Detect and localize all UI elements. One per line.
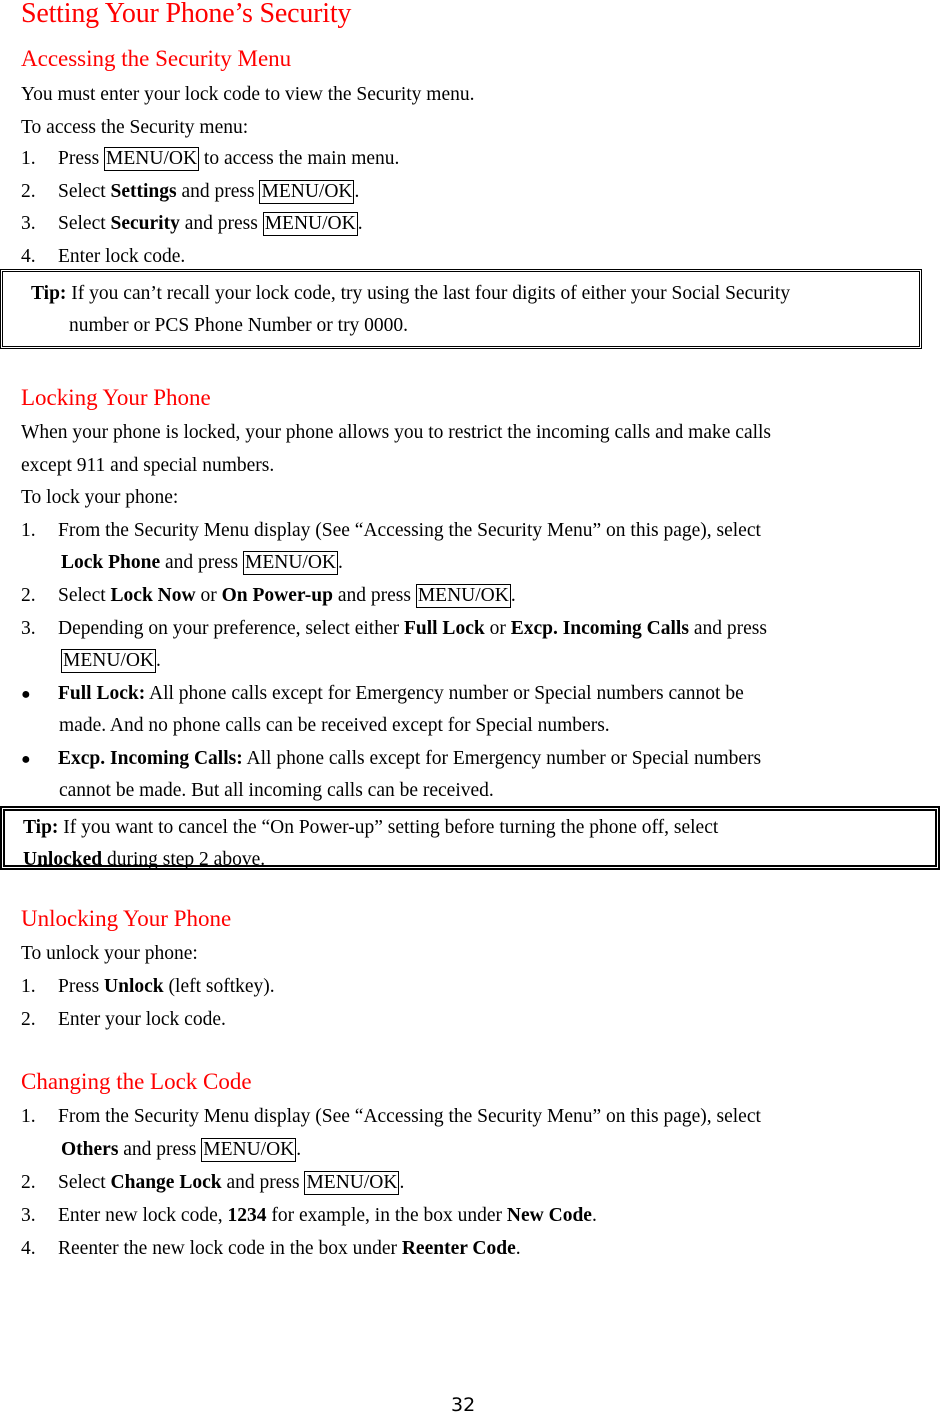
changing-step-1-line-1: 1. From the Security Menu display (See “A… <box>21 1106 761 1127</box>
accessing-step-2: 2. Select Settings and press MENU/OK. <box>21 180 360 204</box>
on-power-up-term: On Power-up <box>221 585 333 606</box>
changing-step-1-line-2: Others and press MENU/OK. <box>61 1138 302 1162</box>
step-number: 2. <box>21 1009 36 1030</box>
step-number: 3. <box>21 1205 36 1226</box>
menu-ok-key: MENU/OK <box>262 212 358 236</box>
menu-ok-key: MENU/OK <box>415 584 511 608</box>
menu-ok-key: MENU/OK <box>201 1138 297 1162</box>
tip-label: Tip: <box>23 817 59 838</box>
step-number: 2. <box>21 585 36 606</box>
locking-step-3-line-2: MENU/OK. <box>61 649 161 673</box>
unlocking-lead: To unlock your phone: <box>21 943 198 964</box>
accessing-lead: To access the Security menu: <box>21 117 249 138</box>
heading-locking-your-phone: Locking Your Phone <box>21 385 211 410</box>
locking-step-3-line-1: 3. Depending on your preference, select e… <box>21 618 767 639</box>
tip-line-2: number or PCS Phone Number or try 0000. <box>69 315 409 336</box>
page-title: Setting Your Phone’s Security <box>21 0 352 29</box>
example-code: 1234 <box>227 1205 267 1226</box>
manual-page: Setting Your Phone’s Security Accessing … <box>0 0 940 1416</box>
accessing-step-3: 3. Select Security and press MENU/OK. <box>21 212 363 236</box>
change-lock-term: Change Lock <box>110 1172 222 1193</box>
tip-box-on-power-up: Tip: If you want to cancel the “On Power… <box>0 806 940 870</box>
excp-incoming-calls-term: Excp. Incoming Calls <box>510 618 689 639</box>
heading-unlocking-your-phone: Unlocking Your Phone <box>21 906 232 931</box>
new-code-term: New Code <box>506 1205 592 1226</box>
step-number: 3. <box>21 618 36 639</box>
step-number: 2. <box>21 1172 36 1193</box>
unlocking-step-2: 2. Enter your lock code. <box>21 1009 226 1030</box>
step-number: 4. <box>21 246 36 267</box>
tip-box-lock-code: Tip: If you can’t recall your lock code,… <box>0 269 922 349</box>
heading-accessing-security-menu: Accessing the Security Menu <box>21 46 292 71</box>
excp-incoming-calls-label: Excp. Incoming Calls: <box>58 748 243 769</box>
accessing-step-1: 1. Press MENU/OK to access the main menu. <box>21 147 400 171</box>
step-number: 4. <box>21 1238 36 1259</box>
security-term: Security <box>110 213 180 234</box>
changing-step-3: 3. Enter new lock code, 1234 for example,… <box>21 1205 597 1226</box>
reenter-code-term: Reenter Code <box>401 1238 516 1259</box>
menu-ok-key: MENU/OK <box>61 649 156 673</box>
locking-step-2: 2. Select Lock Now or On Power-up and pre… <box>21 584 516 608</box>
unlocked-term: Unlocked <box>23 849 103 870</box>
step-number: 2. <box>21 181 36 202</box>
accessing-intro: You must enter your lock code to view th… <box>21 84 475 105</box>
full-lock-term: Full Lock <box>403 618 485 639</box>
menu-ok-key: MENU/OK <box>304 1171 400 1195</box>
menu-ok-key: MENU/OK <box>243 551 338 575</box>
lock-phone-term: Lock Phone <box>61 552 161 573</box>
menu-ok-key: MENU/OK <box>104 147 200 171</box>
locking-intro-line-1: When your phone is locked, your phone al… <box>21 422 772 443</box>
locking-intro-line-2: except 911 and special numbers. <box>21 455 275 476</box>
bullet-full-lock-line-1: ● Full Lock: All phone calls except for E… <box>21 682 744 707</box>
step-number: 3. <box>21 213 36 234</box>
step-number: 1. <box>21 1106 36 1127</box>
bullet-icon: ● <box>21 751 31 768</box>
accessing-step-4: 4. Enter lock code. <box>21 246 186 267</box>
tip-line-1: Tip: If you want to cancel the “On Power… <box>23 817 719 838</box>
changing-step-4: 4. Reenter the new lock code in the box u… <box>21 1238 521 1259</box>
locking-lead: To lock your phone: <box>21 487 179 508</box>
heading-changing-lock-code: Changing the Lock Code <box>21 1069 252 1094</box>
changing-step-2: 2. Select Change Lock and press MENU/OK. <box>21 1171 405 1195</box>
bullet-excp-incoming-line-2: cannot be made. But all incoming calls c… <box>59 780 494 801</box>
unlock-term: Unlock <box>104 976 164 997</box>
step-number: 1. <box>21 520 36 541</box>
locking-step-1-line-2: Lock Phone and press MENU/OK. <box>61 551 343 575</box>
locking-step-1-line-1: 1. From the Security Menu display (See “A… <box>21 520 761 541</box>
lock-now-term: Lock Now <box>110 585 196 606</box>
step-number: 1. <box>21 148 36 169</box>
menu-ok-key: MENU/OK <box>259 180 355 204</box>
page-number: 32 <box>451 1394 476 1416</box>
tip-line-1: Tip: If you can’t recall your lock code,… <box>31 283 791 304</box>
tip-label: Tip: <box>31 283 67 304</box>
bullet-full-lock-line-2: made. And no phone calls can be received… <box>59 715 610 736</box>
step-number: 1. <box>21 976 36 997</box>
bullet-icon: ● <box>21 686 31 703</box>
bullet-excp-incoming-line-1: ● Excp. Incoming Calls: All phone calls e… <box>21 747 761 772</box>
settings-term: Settings <box>110 181 177 202</box>
others-term: Others <box>61 1139 119 1160</box>
tip-line-2: Unlocked during step 2 above. <box>23 849 266 870</box>
full-lock-label: Full Lock: <box>58 683 146 704</box>
unlocking-step-1: 1. Press Unlock (left softkey). <box>21 976 275 997</box>
